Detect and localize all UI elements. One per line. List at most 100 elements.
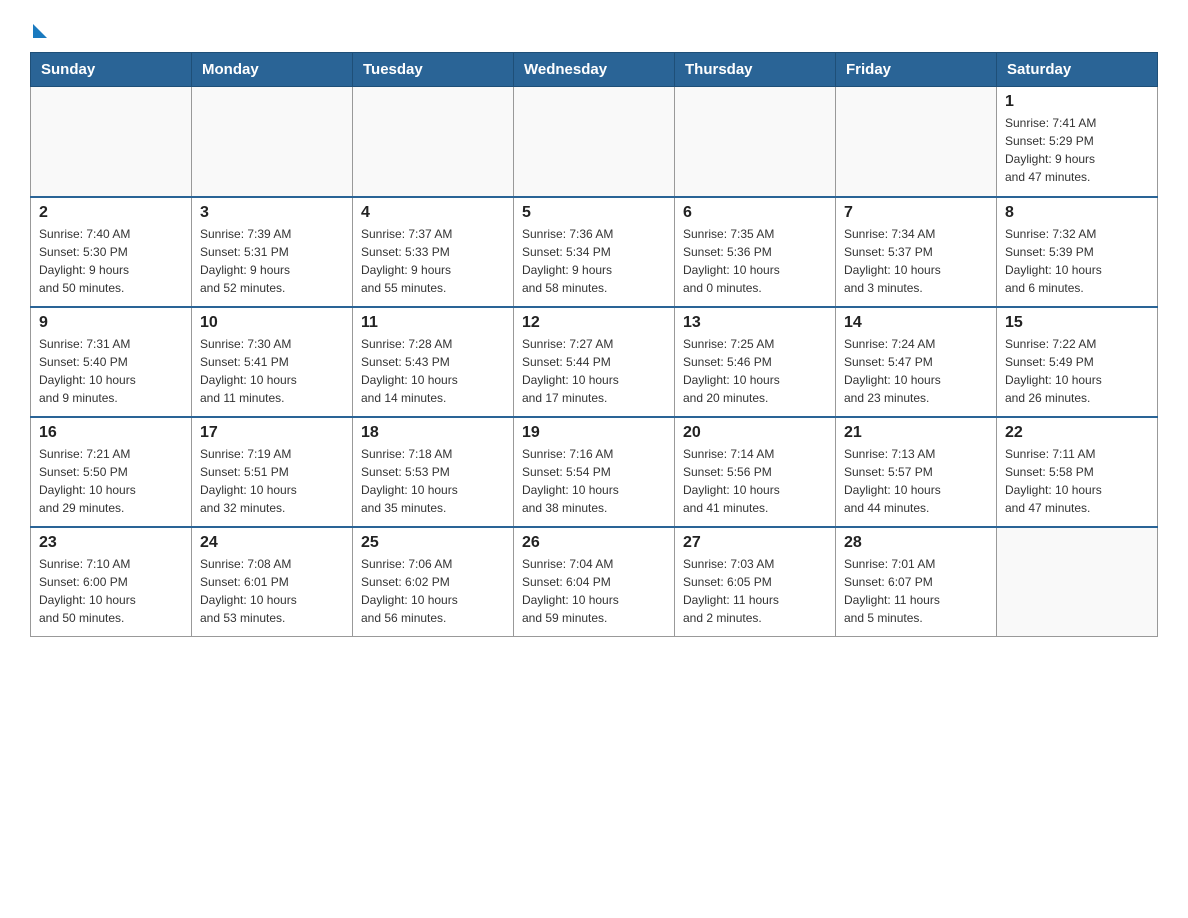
calendar-week-row-3: 16 Sunrise: 7:21 AM Sunset: 5:50 PM Dayli…: [31, 417, 1158, 527]
calendar-cell: 7 Sunrise: 7:34 AM Sunset: 5:37 PM Daylig…: [836, 197, 997, 307]
calendar-cell: 20 Sunrise: 7:14 AM Sunset: 5:56 PM Dayli…: [675, 417, 836, 527]
day-number: 16: [39, 424, 183, 442]
day-info: Sunrise: 7:37 AM Sunset: 5:33 PM Dayligh…: [361, 225, 505, 297]
calendar-cell: [997, 527, 1158, 637]
page-header: [30, 20, 1158, 34]
weekday-header-friday: Friday: [836, 53, 997, 87]
day-number: 12: [522, 314, 666, 332]
day-info: Sunrise: 7:35 AM Sunset: 5:36 PM Dayligh…: [683, 225, 827, 297]
calendar-cell: 12 Sunrise: 7:27 AM Sunset: 5:44 PM Dayli…: [514, 307, 675, 417]
calendar-cell: 16 Sunrise: 7:21 AM Sunset: 5:50 PM Dayli…: [31, 417, 192, 527]
day-number: 22: [1005, 424, 1149, 442]
day-info: Sunrise: 7:31 AM Sunset: 5:40 PM Dayligh…: [39, 335, 183, 407]
day-info: Sunrise: 7:34 AM Sunset: 5:37 PM Dayligh…: [844, 225, 988, 297]
day-info: Sunrise: 7:28 AM Sunset: 5:43 PM Dayligh…: [361, 335, 505, 407]
logo-arrow-icon: [33, 24, 47, 38]
day-info: Sunrise: 7:01 AM Sunset: 6:07 PM Dayligh…: [844, 555, 988, 627]
day-info: Sunrise: 7:41 AM Sunset: 5:29 PM Dayligh…: [1005, 114, 1149, 186]
day-number: 26: [522, 534, 666, 552]
calendar-cell: 25 Sunrise: 7:06 AM Sunset: 6:02 PM Dayli…: [353, 527, 514, 637]
calendar-cell: 17 Sunrise: 7:19 AM Sunset: 5:51 PM Dayli…: [192, 417, 353, 527]
day-number: 14: [844, 314, 988, 332]
calendar-cell: [836, 87, 997, 197]
day-info: Sunrise: 7:11 AM Sunset: 5:58 PM Dayligh…: [1005, 445, 1149, 517]
calendar-cell: [514, 87, 675, 197]
calendar-cell: 1 Sunrise: 7:41 AM Sunset: 5:29 PM Daylig…: [997, 87, 1158, 197]
day-number: 15: [1005, 314, 1149, 332]
calendar-week-row-4: 23 Sunrise: 7:10 AM Sunset: 6:00 PM Dayli…: [31, 527, 1158, 637]
day-info: Sunrise: 7:32 AM Sunset: 5:39 PM Dayligh…: [1005, 225, 1149, 297]
calendar-cell: 19Sunrise: 7:16 AM Sunset: 5:54 PM Dayli…: [514, 417, 675, 527]
day-info: Sunrise: 7:21 AM Sunset: 5:50 PM Dayligh…: [39, 445, 183, 517]
day-number: 24: [200, 534, 344, 552]
calendar-cell: 9 Sunrise: 7:31 AM Sunset: 5:40 PM Daylig…: [31, 307, 192, 417]
day-number: 3: [200, 204, 344, 222]
calendar-cell: [353, 87, 514, 197]
weekday-header-monday: Monday: [192, 53, 353, 87]
calendar-week-row-0: 1 Sunrise: 7:41 AM Sunset: 5:29 PM Daylig…: [31, 87, 1158, 197]
day-info: Sunrise: 7:25 AM Sunset: 5:46 PM Dayligh…: [683, 335, 827, 407]
calendar-cell: 15 Sunrise: 7:22 AM Sunset: 5:49 PM Dayli…: [997, 307, 1158, 417]
calendar-cell: 28 Sunrise: 7:01 AM Sunset: 6:07 PM Dayli…: [836, 527, 997, 637]
day-info: Sunrise: 7:08 AM Sunset: 6:01 PM Dayligh…: [200, 555, 344, 627]
day-info: Sunrise: 7:27 AM Sunset: 5:44 PM Dayligh…: [522, 335, 666, 407]
day-number: 23: [39, 534, 183, 552]
day-number: 11: [361, 314, 505, 332]
day-number: 13: [683, 314, 827, 332]
calendar-cell: 14Sunrise: 7:24 AM Sunset: 5:47 PM Dayli…: [836, 307, 997, 417]
logo: [30, 20, 47, 34]
day-number: 9: [39, 314, 183, 332]
calendar-week-row-2: 9 Sunrise: 7:31 AM Sunset: 5:40 PM Daylig…: [31, 307, 1158, 417]
day-info: Sunrise: 7:14 AM Sunset: 5:56 PM Dayligh…: [683, 445, 827, 517]
day-info: Sunrise: 7:36 AM Sunset: 5:34 PM Dayligh…: [522, 225, 666, 297]
day-info: Sunrise: 7:16 AM Sunset: 5:54 PM Dayligh…: [522, 445, 666, 517]
weekday-header-row: SundayMondayTuesdayWednesdayThursdayFrid…: [31, 53, 1158, 87]
calendar-cell: 6 Sunrise: 7:35 AM Sunset: 5:36 PM Daylig…: [675, 197, 836, 307]
day-number: 4: [361, 204, 505, 222]
day-info: Sunrise: 7:30 AM Sunset: 5:41 PM Dayligh…: [200, 335, 344, 407]
calendar-cell: 26 Sunrise: 7:04 AM Sunset: 6:04 PM Dayli…: [514, 527, 675, 637]
calendar-cell: 2 Sunrise: 7:40 AM Sunset: 5:30 PM Daylig…: [31, 197, 192, 307]
day-info: Sunrise: 7:18 AM Sunset: 5:53 PM Dayligh…: [361, 445, 505, 517]
calendar-cell: 11 Sunrise: 7:28 AM Sunset: 5:43 PM Dayli…: [353, 307, 514, 417]
day-number: 10: [200, 314, 344, 332]
day-info: Sunrise: 7:06 AM Sunset: 6:02 PM Dayligh…: [361, 555, 505, 627]
weekday-header-wednesday: Wednesday: [514, 53, 675, 87]
day-number: 2: [39, 204, 183, 222]
day-number: 5: [522, 204, 666, 222]
calendar-cell: [31, 87, 192, 197]
day-number: 20: [683, 424, 827, 442]
calendar-table: SundayMondayTuesdayWednesdayThursdayFrid…: [30, 52, 1158, 637]
calendar-cell: 10 Sunrise: 7:30 AM Sunset: 5:41 PM Dayli…: [192, 307, 353, 417]
day-number: 17: [200, 424, 344, 442]
calendar-cell: 4 Sunrise: 7:37 AM Sunset: 5:33 PM Daylig…: [353, 197, 514, 307]
weekday-header-thursday: Thursday: [675, 53, 836, 87]
weekday-header-saturday: Saturday: [997, 53, 1158, 87]
day-info: Sunrise: 7:40 AM Sunset: 5:30 PM Dayligh…: [39, 225, 183, 297]
day-number: 28: [844, 534, 988, 552]
calendar-cell: 5 Sunrise: 7:36 AM Sunset: 5:34 PM Daylig…: [514, 197, 675, 307]
day-number: 7: [844, 204, 988, 222]
calendar-cell: [675, 87, 836, 197]
day-info: Sunrise: 7:13 AM Sunset: 5:57 PM Dayligh…: [844, 445, 988, 517]
calendar-cell: 27Sunrise: 7:03 AM Sunset: 6:05 PM Dayli…: [675, 527, 836, 637]
day-info: Sunrise: 7:22 AM Sunset: 5:49 PM Dayligh…: [1005, 335, 1149, 407]
day-number: 18: [361, 424, 505, 442]
day-info: Sunrise: 7:10 AM Sunset: 6:00 PM Dayligh…: [39, 555, 183, 627]
calendar-cell: 8 Sunrise: 7:32 AM Sunset: 5:39 PM Daylig…: [997, 197, 1158, 307]
day-info: Sunrise: 7:04 AM Sunset: 6:04 PM Dayligh…: [522, 555, 666, 627]
day-number: 25: [361, 534, 505, 552]
calendar-cell: 24 Sunrise: 7:08 AM Sunset: 6:01 PM Dayli…: [192, 527, 353, 637]
day-info: Sunrise: 7:03 AM Sunset: 6:05 PM Dayligh…: [683, 555, 827, 627]
calendar-cell: [192, 87, 353, 197]
day-number: 6: [683, 204, 827, 222]
calendar-cell: 22 Sunrise: 7:11 AM Sunset: 5:58 PM Dayli…: [997, 417, 1158, 527]
calendar-cell: 3Sunrise: 7:39 AM Sunset: 5:31 PM Daylig…: [192, 197, 353, 307]
day-number: 21: [844, 424, 988, 442]
weekday-header-sunday: Sunday: [31, 53, 192, 87]
day-number: 8: [1005, 204, 1149, 222]
calendar-cell: 21 Sunrise: 7:13 AM Sunset: 5:57 PM Dayli…: [836, 417, 997, 527]
day-info: Sunrise: 7:19 AM Sunset: 5:51 PM Dayligh…: [200, 445, 344, 517]
day-number: 1: [1005, 93, 1149, 111]
calendar-week-row-1: 2 Sunrise: 7:40 AM Sunset: 5:30 PM Daylig…: [31, 197, 1158, 307]
